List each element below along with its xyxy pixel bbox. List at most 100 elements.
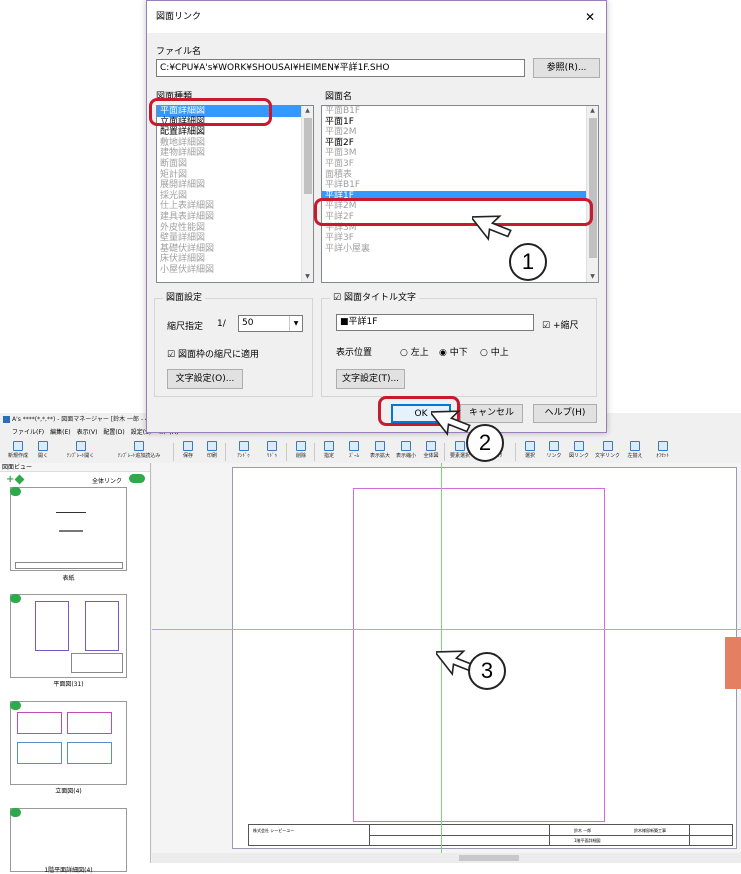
toolbar-icon <box>13 441 23 451</box>
scroll-down-icon[interactable]: ▼ <box>302 272 313 282</box>
toolbar-label: 表示縮小 <box>395 453 416 459</box>
text-settings-button-2[interactable]: 文字設定(T)... <box>336 369 405 389</box>
side-tab[interactable] <box>725 637 741 689</box>
scale-select[interactable]: 50 ▼ <box>238 315 303 332</box>
list-item[interactable]: 平面3F <box>322 159 598 170</box>
list-item[interactable]: 平詳小屋裏 <box>322 244 598 255</box>
callout-3: 3 <box>468 652 506 690</box>
toolbar-label: 図リンク <box>568 453 589 459</box>
toolbar-button[interactable]: 保存 <box>177 441 199 463</box>
menu-item[interactable]: 表示(V) <box>77 427 98 439</box>
list-item[interactable]: 平面2F <box>322 138 598 149</box>
toolbar-button[interactable]: 指定 <box>318 441 340 463</box>
toolbar-button[interactable]: ｽﾞｰﾑ <box>342 441 366 463</box>
list-item[interactable]: 床伏詳細図 <box>157 254 313 265</box>
scroll-thumb[interactable] <box>304 118 312 194</box>
toolbar-button[interactable]: 選択 <box>519 441 541 463</box>
toolbar-label: ｵﾌｾｯﾄ <box>656 453 669 459</box>
toolbar-separator <box>173 443 174 461</box>
list-item[interactable]: 採光図 <box>157 191 313 202</box>
list-item[interactable]: 平面2M <box>322 127 598 138</box>
list-item[interactable]: 基礎伏詳細図 <box>157 244 313 255</box>
toolbar-button[interactable]: リンク <box>543 441 565 463</box>
toolbar-icon <box>183 441 193 451</box>
list-item[interactable]: 平面1F <box>322 117 598 128</box>
toolbar-button[interactable]: ﾃﾝﾌﾟﾚｰﾄ開く <box>56 441 105 463</box>
list-item[interactable]: 建具表詳細図 <box>157 212 313 223</box>
scroll-up-icon[interactable]: ▲ <box>587 106 598 116</box>
frame-scale-checkbox[interactable]: ☑ 図面枠の縮尺に適用 <box>167 347 259 360</box>
menu-item[interactable]: 編集(E) <box>50 427 70 439</box>
thumbnail-floor-detail[interactable] <box>10 808 127 872</box>
thumb-elev-2 <box>67 712 112 734</box>
list-item[interactable]: 仕上表詳細図 <box>157 201 313 212</box>
toolbar-button[interactable]: ﾘﾄﾞｩ <box>260 441 284 463</box>
toolbar-button[interactable]: 新規作成 <box>6 441 30 463</box>
thumb-elev-4 <box>67 742 112 764</box>
list-item[interactable]: 敷地詳細図 <box>157 138 313 149</box>
list-item[interactable]: 断面図 <box>157 159 313 170</box>
menu-item[interactable]: 配置(D) <box>103 427 124 439</box>
add-icon[interactable]: + <box>6 474 14 485</box>
scroll-up-icon[interactable]: ▲ <box>302 106 313 116</box>
horizontal-scrollbar[interactable] <box>152 853 741 863</box>
toolbar-button[interactable]: ﾃﾝﾌﾟﾚｰﾄ追加読込み <box>107 441 171 463</box>
list-item[interactable]: 平面3M <box>322 148 598 159</box>
help-button[interactable]: ヘルプ(H) <box>533 404 597 423</box>
list-item[interactable]: 面積表 <box>322 170 598 181</box>
title-text-checkbox[interactable]: ☑ 図面タイトル文字 <box>330 292 419 304</box>
list-item[interactable]: 平面B1F <box>322 106 598 117</box>
list-item[interactable]: 展開詳細図 <box>157 180 313 191</box>
thumbnail-floor-plan[interactable] <box>10 594 127 678</box>
name-list-scrollbar[interactable]: ▲ ▼ <box>586 106 598 282</box>
drawing-type-list[interactable]: 平面詳細図 立面詳細図 配置詳細図 敷地詳細図 建物詳細図 断面図 矩計図 展開詳細図 採光図仕… <box>156 105 314 283</box>
callout-2: 2 <box>466 424 504 462</box>
plus-scale-checkbox[interactable]: ☑ +縮尺 <box>542 318 578 331</box>
position-radio-bottomcenter[interactable]: ◉ 中下 <box>439 345 468 358</box>
list-item[interactable]: 壁量詳細図 <box>157 233 313 244</box>
position-radio-topleft[interactable]: ○ 左上 <box>400 345 429 358</box>
list-item[interactable]: 建物詳細図 <box>157 148 313 159</box>
toolbar-button[interactable]: 開く <box>32 441 54 463</box>
list-item[interactable]: 矩計図 <box>157 170 313 181</box>
thumbnail-cover[interactable] <box>10 487 127 571</box>
toolbar-button[interactable]: 印刷 <box>201 441 223 463</box>
browse-button[interactable]: 参照(R)... <box>533 58 600 78</box>
title-text-field[interactable]: ■平詳1F <box>336 314 534 331</box>
toolbar-button[interactable]: 削除 <box>290 441 312 463</box>
toolbar-label: ﾃﾝﾌﾟﾚｰﾄ開く <box>66 453 95 459</box>
thumbnail-elevation[interactable] <box>10 701 127 785</box>
file-name-field[interactable]: C:¥CPU¥A's¥WORK¥SHOUSAI¥HEIMEN¥平詳1F.SHO <box>156 59 525 77</box>
toolbar-icon <box>525 441 535 451</box>
toolbar-button[interactable]: 表示縮小 <box>394 441 418 463</box>
scroll-thumb[interactable] <box>459 855 519 861</box>
drawing-name-list[interactable]: 平面B1F 平面1F 平面2M 平面2F 平面3M 平面3F 面積表 平詳B1F 平詳1F 平詳2… <box>321 105 599 283</box>
toolbar-button[interactable]: 表示拡大 <box>368 441 392 463</box>
list-item[interactable]: 平詳B1F <box>322 180 598 191</box>
tb-project: 鈴木様邸新築工事 <box>634 828 666 833</box>
list-item[interactable]: 平詳3F <box>322 233 598 244</box>
menu-item[interactable]: ファイル(F) <box>12 427 44 439</box>
all-link-toggle[interactable] <box>129 474 145 483</box>
thumbnail-label: 平面図(31) <box>53 681 84 688</box>
type-list-scrollbar[interactable]: ▲ ▼ <box>301 106 313 282</box>
diamond-icon[interactable] <box>14 474 25 485</box>
list-item[interactable]: 小屋伏詳細図 <box>157 265 313 276</box>
toolbar-button[interactable]: 左揃え <box>624 441 646 463</box>
position-radio-topcenter[interactable]: ○ 中上 <box>480 345 509 358</box>
scroll-down-icon[interactable]: ▼ <box>587 272 598 282</box>
list-item[interactable]: 配置詳細図 <box>157 127 313 138</box>
list-item[interactable]: 外皮性能図 <box>157 223 313 234</box>
all-link-label: 全体リンク <box>92 478 123 485</box>
toolbar-button[interactable]: ｱﾝﾄﾞｩ <box>229 441 258 463</box>
text-settings-button[interactable]: 文字設定(O)... <box>167 369 243 389</box>
toolbar-button[interactable]: ｵﾌｾｯﾄ <box>648 441 677 463</box>
toolbar-button[interactable]: 図リンク <box>567 441 591 463</box>
chevron-down-icon[interactable]: ▼ <box>289 316 302 331</box>
close-icon[interactable]: ✕ <box>584 11 596 23</box>
scroll-thumb[interactable] <box>589 118 597 258</box>
thumb-plan-1 <box>35 601 69 651</box>
toolbar-button[interactable]: 文字リンク <box>593 441 622 463</box>
toolbar-icon <box>349 441 359 451</box>
toolbar-label: 左揃え <box>627 453 643 459</box>
